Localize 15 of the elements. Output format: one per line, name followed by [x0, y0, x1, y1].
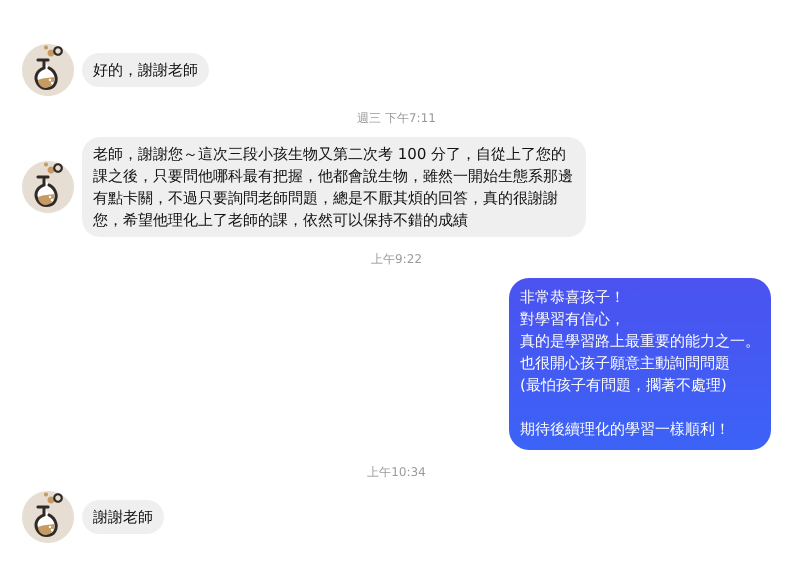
message-line: (最怕孩子有問題，擱著不處理) — [520, 375, 728, 396]
timestamp: 上午10:34 — [367, 464, 426, 481]
avatar-icon — [22, 161, 74, 213]
message-line: 也很開心孩子願意主動詢問問題 — [520, 353, 731, 374]
avatar-icon — [22, 44, 74, 96]
avatar-icon — [22, 491, 74, 543]
message-line: 對學習有信心， — [520, 309, 626, 330]
message-bubble: 謝謝老師 — [82, 500, 164, 534]
message-line: 真的是學習路上最重要的能力之一。 — [520, 331, 760, 352]
timestamp: 週三 下午7:11 — [357, 110, 436, 127]
message-bubble: 老師，謝謝您～這次三段小孩生物又第二次考 100 分了，自從上了您的課之後，只要問他哪科最有把握，他都會說生物，雖然一開始生態系那邊有點卡關，不過只要詢問老師問題，總是不厭其煩的回答，真的很謝謝您，希望他理化上了老師的課，依然可以保持不錯的成績 — [82, 137, 586, 237]
message-bubble: 好的，謝謝老師 — [82, 53, 209, 87]
message-line: 非常恭喜孩子！ — [520, 287, 626, 308]
message-line: 期待後續理化的學習一樣順利！ — [520, 419, 731, 440]
timestamp: 上午9:22 — [371, 251, 422, 268]
